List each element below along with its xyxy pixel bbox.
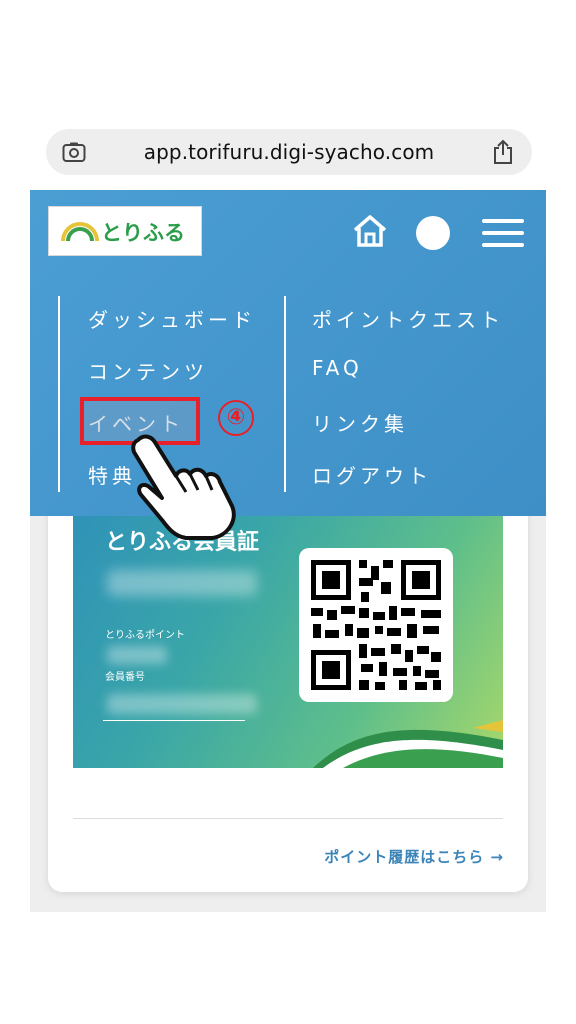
menu-item-contents[interactable]: コンテンツ <box>88 356 208 385</box>
divider <box>73 818 503 819</box>
point-history-link[interactable]: ポイント履歴はこちら → <box>324 846 504 867</box>
menu-center-divider <box>284 296 286 492</box>
wave-decoration <box>313 720 503 768</box>
menu-item-links[interactable]: リンク集 <box>312 408 408 437</box>
points-label: とりふるポイント <box>105 630 185 641</box>
url-text[interactable]: app.torifuru.digi-syacho.com <box>96 129 482 175</box>
address-bar[interactable]: app.torifuru.digi-syacho.com <box>46 129 532 175</box>
member-card: とりふる会員証 とりふるポイント 会員番号 <box>73 510 503 768</box>
member-number-label: 会員番号 <box>105 672 145 683</box>
blurred-member-number <box>107 694 257 714</box>
menu-item-dashboard[interactable]: ダッシュボード <box>88 304 256 333</box>
menu-item-point-quest[interactable]: ポイントクエスト <box>312 304 504 333</box>
menu-item-faq[interactable]: FAQ <box>312 356 363 380</box>
share-icon[interactable] <box>492 139 514 165</box>
menu-item-logout[interactable]: ログアウト <box>312 460 432 489</box>
blurred-points <box>107 646 167 664</box>
qr-code-icon <box>311 560 441 690</box>
camera-search-icon[interactable] <box>62 141 86 163</box>
user-avatar-icon[interactable] <box>416 216 450 250</box>
qr-code <box>299 548 453 702</box>
nav-menu: とりふる ダッシュボード コンテンツ イベント 特典 ポイントクエスト FAQ … <box>30 190 546 516</box>
logo-text: とりふる <box>101 221 185 245</box>
home-icon[interactable] <box>352 213 388 249</box>
step-number-badge: ④ <box>218 400 254 436</box>
underline <box>103 720 245 721</box>
blurred-name <box>107 570 257 596</box>
menu-left-divider <box>58 296 60 492</box>
pointing-hand-icon <box>131 434 236 540</box>
logo[interactable]: とりふる <box>48 206 202 256</box>
rainbow-logo-icon <box>61 222 99 242</box>
hamburger-menu-icon[interactable] <box>482 218 524 248</box>
